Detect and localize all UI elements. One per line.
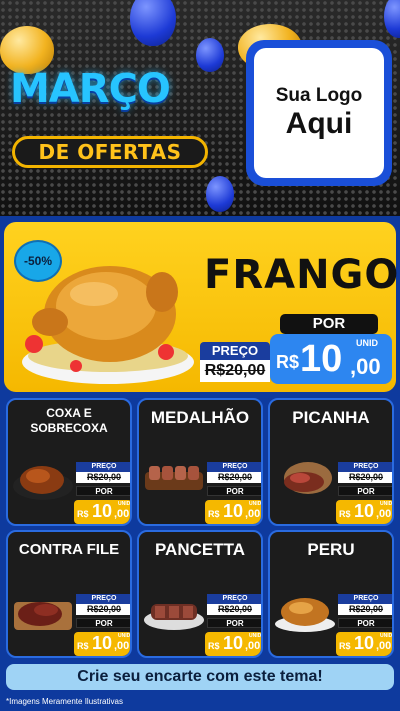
preco-label: PREÇO [207,594,261,604]
price-unit: UNID [118,633,131,639]
price-integer: 10 [92,633,113,653]
pancetta-image [144,604,204,630]
price-integer: 10 [223,501,244,521]
price-unit: UNID [380,633,393,639]
preco-label: PREÇO [76,462,130,472]
product-name: COXA E SOBRECOXA [30,406,108,435]
offers-section: -50% FRANGO POR PREÇO R$20,00 R$ 10 UNID… [0,216,400,711]
new-price-box: R$ 10 UNID ,00 [205,500,262,524]
campaign-title: MARÇO [10,66,171,112]
price-decimals: ,00 [350,354,381,379]
price-decimals: ,00 [376,508,392,520]
old-price: R$20,00 [76,604,130,615]
old-price-box: PREÇO R$20,00 POR [338,462,392,496]
price-decimals: ,00 [245,508,261,520]
product-card: PICANHA PREÇO R$20,00 POR R$ 10 UNID ,00 [268,398,394,526]
old-price-box: PREÇO R$20,00 POR [76,462,130,496]
price-currency: R$ [77,641,89,651]
price-integer: 10 [354,501,375,521]
old-price: R$20,00 [207,472,261,483]
price-unit: UNID [356,338,378,348]
blue-balloon-decoration [206,176,234,212]
chicken-drumstick-image [13,466,73,500]
logo-text-line2: Aqui [285,107,353,140]
old-price-box: PREÇO R$20,00 POR [76,594,130,628]
old-price-box: PREÇO R$20,00 POR [338,594,392,628]
new-price-box: R$ 10 UNID ,00 [74,632,131,656]
blue-balloon-decoration [384,0,400,38]
new-price-box: R$ 10 UNID ,00 [74,500,131,524]
old-price: R$20,00 [338,604,392,615]
price-currency: R$ [276,352,300,372]
old-price-box: PREÇO R$20,00 POR [207,462,261,496]
logo-placeholder-inner: Sua Logo Aqui [254,48,384,178]
product-card: CONTRA FILE PREÇO R$20,00 POR R$ 10 UNID… [6,530,132,658]
old-price-box: PREÇO R$20,00 POR [207,594,261,628]
preco-label: PREÇO [207,462,261,472]
old-price: R$20,00 [338,472,392,483]
price-currency: R$ [339,641,351,651]
preco-label: PREÇO [76,594,130,604]
por-label: POR [76,618,130,628]
price-unit: UNID [249,633,262,639]
product-name: PICANHA [292,408,370,427]
featured-offer: -50% FRANGO POR PREÇO R$20,00 R$ 10 UNID… [4,222,400,392]
new-price-box: R$ 10 UNID ,00 [205,632,262,656]
sirloin-steak-image [14,602,72,630]
price-integer: 10 [300,338,343,380]
product-name: PERU [307,540,355,559]
new-price-box: R$ 10 UNID ,00 [270,334,392,384]
discount-badge: -50% [14,240,62,282]
logo-placeholder: Sua Logo Aqui [246,40,392,186]
price-unit: UNID [380,501,393,507]
price-decimals: ,00 [114,508,130,520]
price-unit: UNID [249,501,262,507]
product-name: CONTRA FILE [18,541,120,558]
old-price-box: PREÇO R$20,00 [200,342,270,386]
price-integer: 10 [354,633,375,653]
price-decimals: ,00 [114,640,130,652]
campaign-subtitle: DE OFERTAS [12,136,208,168]
price-currency: R$ [77,509,89,519]
preco-label: PREÇO [200,342,270,360]
flyer-page: MARÇO DE OFERTAS Sua Logo Aqui -50% FRAN… [0,0,400,711]
product-name: PANCETTA [154,540,246,559]
new-price-box: R$ 10 UNID ,00 [336,632,393,656]
product-name: MEDALHÃO [150,408,250,427]
product-card: COXA E SOBRECOXA PREÇO R$20,00 POR R$ 10… [6,398,132,526]
picanha-steak-image [284,462,332,494]
roast-turkey-image [275,598,335,632]
price-currency: R$ [208,641,220,651]
old-price: R$20,00 [207,604,261,615]
blue-balloon-decoration [130,0,176,46]
product-card: PANCETTA PREÇO R$20,00 POR R$ 10 UNID ,0… [137,530,263,658]
price-integer: 10 [223,633,244,653]
price-currency: R$ [339,509,351,519]
price-currency: R$ [208,509,220,519]
price-unit: UNID [118,501,131,507]
por-label: POR [207,618,261,628]
disclaimer-text: *Imagens Meramente Ilustrativas [6,697,123,706]
featured-product-name: FRANGO [204,252,400,298]
old-price: R$20,00 [200,360,270,382]
por-label: POR [76,486,130,496]
price-decimals: ,00 [376,640,392,652]
new-price-box: R$ 10 UNID ,00 [336,500,393,524]
product-card: MEDALHÃO PREÇO R$20,00 POR R$ 10 UNID ,0… [137,398,263,526]
price-decimals: ,00 [245,640,261,652]
price-integer: 10 [92,501,113,521]
medallion-skewer-image [145,466,203,490]
logo-text-line1: Sua Logo [275,85,363,106]
create-flyer-banner[interactable]: Crie seu encarte com este tema! [6,664,394,690]
por-label: POR [207,486,261,496]
old-price: R$20,00 [76,472,130,483]
preco-label: PREÇO [338,594,392,604]
por-label: POR [338,486,392,496]
product-card: PERU PREÇO R$20,00 POR R$ 10 UNID ,00 [268,530,394,658]
por-label: POR [280,314,378,334]
por-label: POR [338,618,392,628]
preco-label: PREÇO [338,462,392,472]
header-banner: MARÇO DE OFERTAS Sua Logo Aqui [0,0,400,216]
